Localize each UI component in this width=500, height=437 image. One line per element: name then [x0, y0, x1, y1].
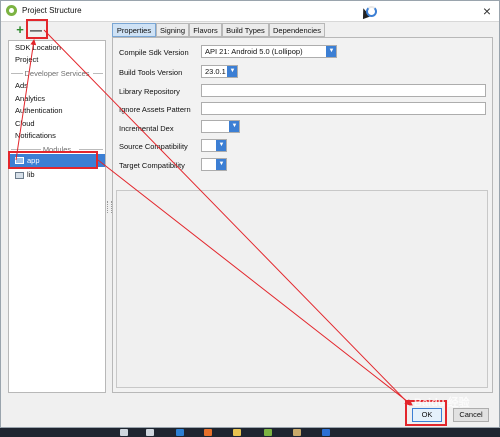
microphone-icon[interactable] — [120, 429, 128, 436]
tab-signing[interactable]: Signing — [156, 23, 189, 37]
firefox-icon[interactable] — [204, 429, 212, 436]
annotation-box-remove — [26, 19, 48, 39]
tab-flavors[interactable]: Flavors — [189, 23, 222, 37]
edge-icon[interactable] — [176, 429, 184, 436]
build-tools-select[interactable]: 23.0.1 ▼ — [201, 65, 238, 78]
annotation-box-app — [8, 151, 98, 169]
properties-panel: Compile Sdk Version API 21: Android 5.0 … — [112, 37, 493, 393]
sidebar-item-ads[interactable]: Ads — [15, 81, 28, 90]
dropdown-arrow-icon[interactable]: ▼ — [216, 159, 226, 170]
sidebar-item-cloud[interactable]: Cloud — [15, 119, 35, 128]
compile-sdk-value: API 21: Android 5.0 (Lollipop) — [205, 47, 303, 56]
target-compat-label: Target Compatibility — [119, 161, 185, 170]
incremental-dex-label: Incremental Dex — [119, 124, 174, 133]
taskbar — [0, 428, 500, 437]
details-area — [116, 190, 488, 388]
ignore-assets-input[interactable] — [201, 102, 486, 115]
close-icon[interactable]: × — [483, 3, 491, 19]
dropdown-arrow-icon[interactable]: ▼ — [227, 66, 237, 77]
build-tools-label: Build Tools Version — [119, 68, 183, 77]
incremental-dex-select[interactable]: ▼ — [201, 120, 240, 133]
tab-dependencies[interactable]: Dependencies — [269, 23, 325, 37]
sidebar-item-authentication[interactable]: Authentication — [15, 106, 63, 115]
dropdown-arrow-icon[interactable]: ▼ — [229, 121, 239, 132]
watermark: Baidu 经验 — [414, 397, 470, 409]
library-repository-label: Library Repository — [119, 87, 180, 96]
sidebar-item-project[interactable]: Project — [15, 55, 38, 64]
folder-taskbar-icon[interactable] — [293, 429, 301, 436]
window-title: Project Structure — [22, 6, 82, 15]
sidebar-item-lib[interactable]: lib — [27, 170, 35, 179]
target-compat-select[interactable]: ▼ — [201, 158, 227, 171]
file-explorer-icon[interactable] — [233, 429, 241, 436]
source-compat-select[interactable]: ▼ — [201, 139, 227, 152]
title-bar: Project Structure × — [1, 1, 499, 22]
sidebar-item-analytics[interactable]: Analytics — [15, 94, 45, 103]
android-studio-icon — [6, 5, 17, 16]
sidebar-item-notifications[interactable]: Notifications — [15, 131, 56, 140]
cancel-button[interactable]: Cancel — [453, 408, 489, 422]
dropdown-arrow-icon[interactable]: ▼ — [216, 140, 226, 151]
dropdown-arrow-icon[interactable]: ▼ — [326, 46, 336, 57]
tab-properties[interactable]: Properties — [112, 23, 156, 37]
android-studio-taskbar-icon[interactable] — [264, 429, 272, 436]
tab-build-types[interactable]: Build Types — [222, 23, 269, 37]
project-structure-dialog: Project Structure × + — SDK Location Pro… — [0, 0, 500, 428]
compile-sdk-select[interactable]: API 21: Android 5.0 (Lollipop) ▼ — [201, 45, 337, 58]
compile-sdk-label: Compile Sdk Version — [119, 48, 189, 57]
task-view-icon[interactable] — [146, 429, 154, 436]
source-compat-label: Source Compatibility — [119, 142, 188, 151]
section-developer-services: Developer Services — [9, 69, 105, 78]
busy-cursor-icon — [366, 6, 377, 17]
sidebar: SDK Location Project Developer Services … — [8, 40, 106, 393]
folder-icon — [15, 172, 24, 179]
word-icon[interactable] — [322, 429, 330, 436]
ignore-assets-label: Ignore Assets Pattern — [119, 105, 191, 114]
build-tools-value: 23.0.1 — [205, 67, 226, 76]
sidebar-item-sdk-location[interactable]: SDK Location — [15, 43, 61, 52]
add-icon[interactable]: + — [14, 23, 26, 37]
library-repository-input[interactable] — [201, 84, 486, 97]
